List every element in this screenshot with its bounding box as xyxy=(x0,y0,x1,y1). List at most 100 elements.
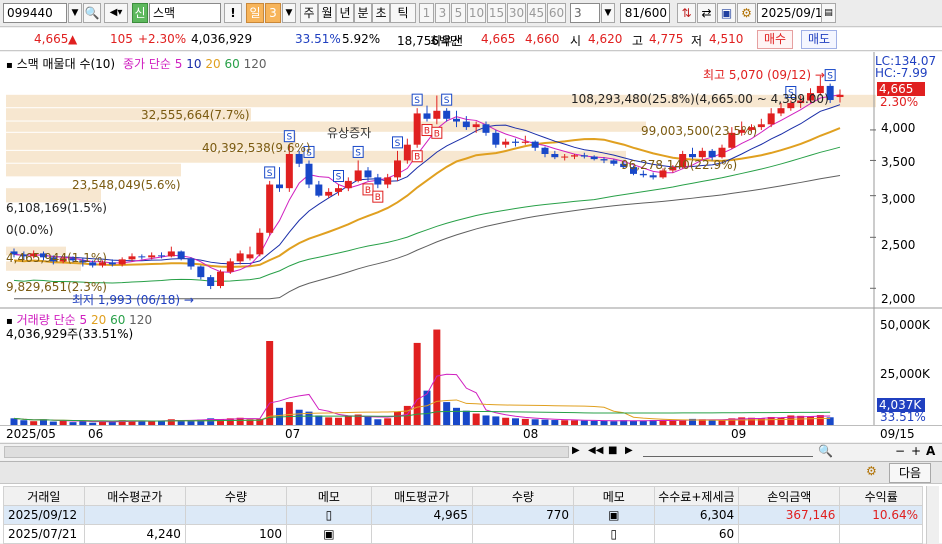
period-year-button[interactable]: 년 xyxy=(336,3,354,23)
table-row[interactable]: 2025/09/12 ▯ 4,965 770 ▣ 6,304 367,146 10.64% xyxy=(3,505,923,525)
stop-icon[interactable]: ■ xyxy=(608,445,617,456)
panel-icon[interactable]: ▪ xyxy=(6,60,13,71)
bid-price: 4,660 xyxy=(525,32,560,46)
interval-5-button[interactable]: 5 xyxy=(451,3,466,23)
chart-area[interactable]: SSSSSSSSSSBBBBB ▪ 스맥 매물대 수(10) 종가 단순 5 1… xyxy=(0,52,942,442)
zoom-slider[interactable] xyxy=(643,447,813,457)
date-tick-may: 2025/05 xyxy=(6,427,56,441)
memo-icon[interactable]: ▯ xyxy=(573,524,655,544)
change-pct: +2.30% xyxy=(138,32,187,46)
grid-settings-icon[interactable]: ⚙ xyxy=(866,464,877,478)
volume-profile-bar xyxy=(6,163,181,177)
shrink-icon[interactable]: ⇅ xyxy=(677,3,696,23)
candle-body xyxy=(187,258,195,267)
period-second-button[interactable]: 초 xyxy=(372,3,390,23)
candle-body xyxy=(118,259,126,265)
candle-body xyxy=(335,188,342,192)
candle-body xyxy=(689,154,696,158)
column-header[interactable]: 손익금액 xyxy=(738,486,841,506)
candle-body xyxy=(580,155,588,157)
period-dropdown-icon[interactable]: ▼ xyxy=(282,3,296,23)
candle-body xyxy=(325,191,333,196)
interval-dropdown-icon[interactable]: ▼ xyxy=(601,3,615,23)
column-header[interactable]: 수량 xyxy=(471,486,575,506)
sell-button[interactable]: 매도 xyxy=(801,30,838,49)
calendar-icon[interactable]: ▤ xyxy=(821,3,836,23)
next-button[interactable]: 다음 xyxy=(889,463,932,483)
table-cell: 2025/07/21 xyxy=(3,524,85,544)
period-week-button[interactable]: 주 xyxy=(300,3,318,23)
candle-body xyxy=(649,175,657,178)
buy-button[interactable]: 매수 xyxy=(757,30,794,49)
profile-label-5: 96,278,140(22.9%) xyxy=(621,158,738,172)
current-volume-pct: 33.51% xyxy=(880,410,926,424)
price-panel-header: ▪ 스맥 매물대 수(10) 종가 단순 5 10 20 60 120 xyxy=(6,55,267,71)
play-icon[interactable]: ▶ xyxy=(625,445,633,456)
interval-30-button[interactable]: 30 xyxy=(507,3,526,23)
interval-1-button[interactable]: 1 xyxy=(419,3,434,23)
trade-table: 거래일 매수평균가 수량 메모 매도평균가 수량 메모 수수료+제세금 손익금액 수익률 2025… xyxy=(3,486,923,544)
candle-body xyxy=(138,256,146,258)
column-header[interactable]: 거래일 xyxy=(3,486,85,506)
profile-label-1: 108,293,480(25.8%)(4,665.00 ~ 4,399.00) xyxy=(571,92,829,106)
rewind-icon[interactable]: ◀◀ xyxy=(588,445,603,456)
memo-add-icon[interactable]: ▣ xyxy=(286,524,372,544)
interval-45-button[interactable]: 45 xyxy=(527,3,546,23)
chart-scroll-bar[interactable]: ▶ ◀◀ ■ ▶ 🔍 − + A xyxy=(0,443,942,460)
page-count-field[interactable]: 81/600 xyxy=(620,3,670,23)
period-minute-button[interactable]: 분 xyxy=(354,3,372,23)
period-tick-button[interactable]: 틱 xyxy=(390,3,416,23)
column-header[interactable]: 메모 xyxy=(286,486,372,506)
speaker-icon[interactable]: ◀▾ xyxy=(104,3,128,23)
column-header[interactable]: 매도평균가 xyxy=(370,486,473,506)
profile-label-2: 32,555,664(7.7%) xyxy=(141,108,250,122)
high-note-text: 최고 5,070 (09/12) xyxy=(703,68,812,82)
low-note-text: 최저 1,993 (06/18) xyxy=(72,293,181,307)
stock-name-field[interactable]: 스맥 xyxy=(149,3,221,23)
stock-code-input[interactable]: 099440 xyxy=(3,3,67,23)
column-header[interactable]: 수량 xyxy=(184,486,288,506)
volume-bar xyxy=(433,329,441,425)
column-header[interactable]: 수수료+제세금 xyxy=(653,486,740,506)
gear-icon[interactable]: ⚙ xyxy=(737,3,756,23)
candle-body xyxy=(551,154,559,158)
low-note: 최저 1,993 (06/18) → xyxy=(72,293,194,307)
table-row[interactable]: 2025/07/21 4,240 100 ▣ ▯ 60 xyxy=(3,524,923,544)
period-month-button[interactable]: 월 xyxy=(318,3,336,23)
date-axis: 2025/05 06 07 08 09 09/15 xyxy=(0,425,942,442)
horizontal-scrollbar[interactable] xyxy=(4,446,569,458)
interval-3-button[interactable]: 3 xyxy=(435,3,450,23)
code-dropdown-icon[interactable]: ▼ xyxy=(68,3,82,23)
candle-body xyxy=(767,113,775,125)
memo-icon[interactable]: ▯ xyxy=(286,505,372,525)
alert-icon[interactable]: ! xyxy=(224,3,242,23)
interval-10-button[interactable]: 10 xyxy=(467,3,486,23)
fit-icon[interactable]: ⇄ xyxy=(697,3,716,23)
column-header[interactable]: 메모 xyxy=(573,486,655,506)
interval-value-field[interactable]: 3 xyxy=(570,3,600,23)
memo-add-icon[interactable]: ▣ xyxy=(573,505,655,525)
interval-15-button[interactable]: 15 xyxy=(487,3,506,23)
zoom-in-button[interactable]: + xyxy=(911,444,921,458)
column-header[interactable]: 수익률 xyxy=(839,486,923,506)
volume-bar xyxy=(443,402,451,425)
font-size-button[interactable]: A xyxy=(926,444,935,458)
ma-legend-120: 120 xyxy=(243,57,267,71)
scroll-right-icon[interactable]: ▶ xyxy=(572,445,580,456)
grid-scrollbar[interactable] xyxy=(926,486,939,544)
search-icon[interactable]: 🔍 xyxy=(83,3,101,23)
save-icon[interactable]: ▣ xyxy=(717,3,736,23)
y-tick-3000: 3,000 xyxy=(881,192,916,206)
interval-60-button[interactable]: 60 xyxy=(547,3,566,23)
column-header[interactable]: 매수평균가 xyxy=(83,486,186,506)
magnify-icon[interactable]: 🔍 xyxy=(818,444,833,458)
zoom-out-button[interactable]: − xyxy=(895,444,905,458)
y-tick-4000: 4,000 xyxy=(881,121,916,135)
candle-body xyxy=(698,150,706,158)
period-count-field[interactable]: 3 xyxy=(265,3,281,23)
low-price: 4,510 xyxy=(709,32,744,46)
period-day-button[interactable]: 일 xyxy=(246,3,264,23)
candle-body xyxy=(246,254,254,259)
volume-bar xyxy=(453,407,460,425)
candle-body xyxy=(266,184,274,233)
